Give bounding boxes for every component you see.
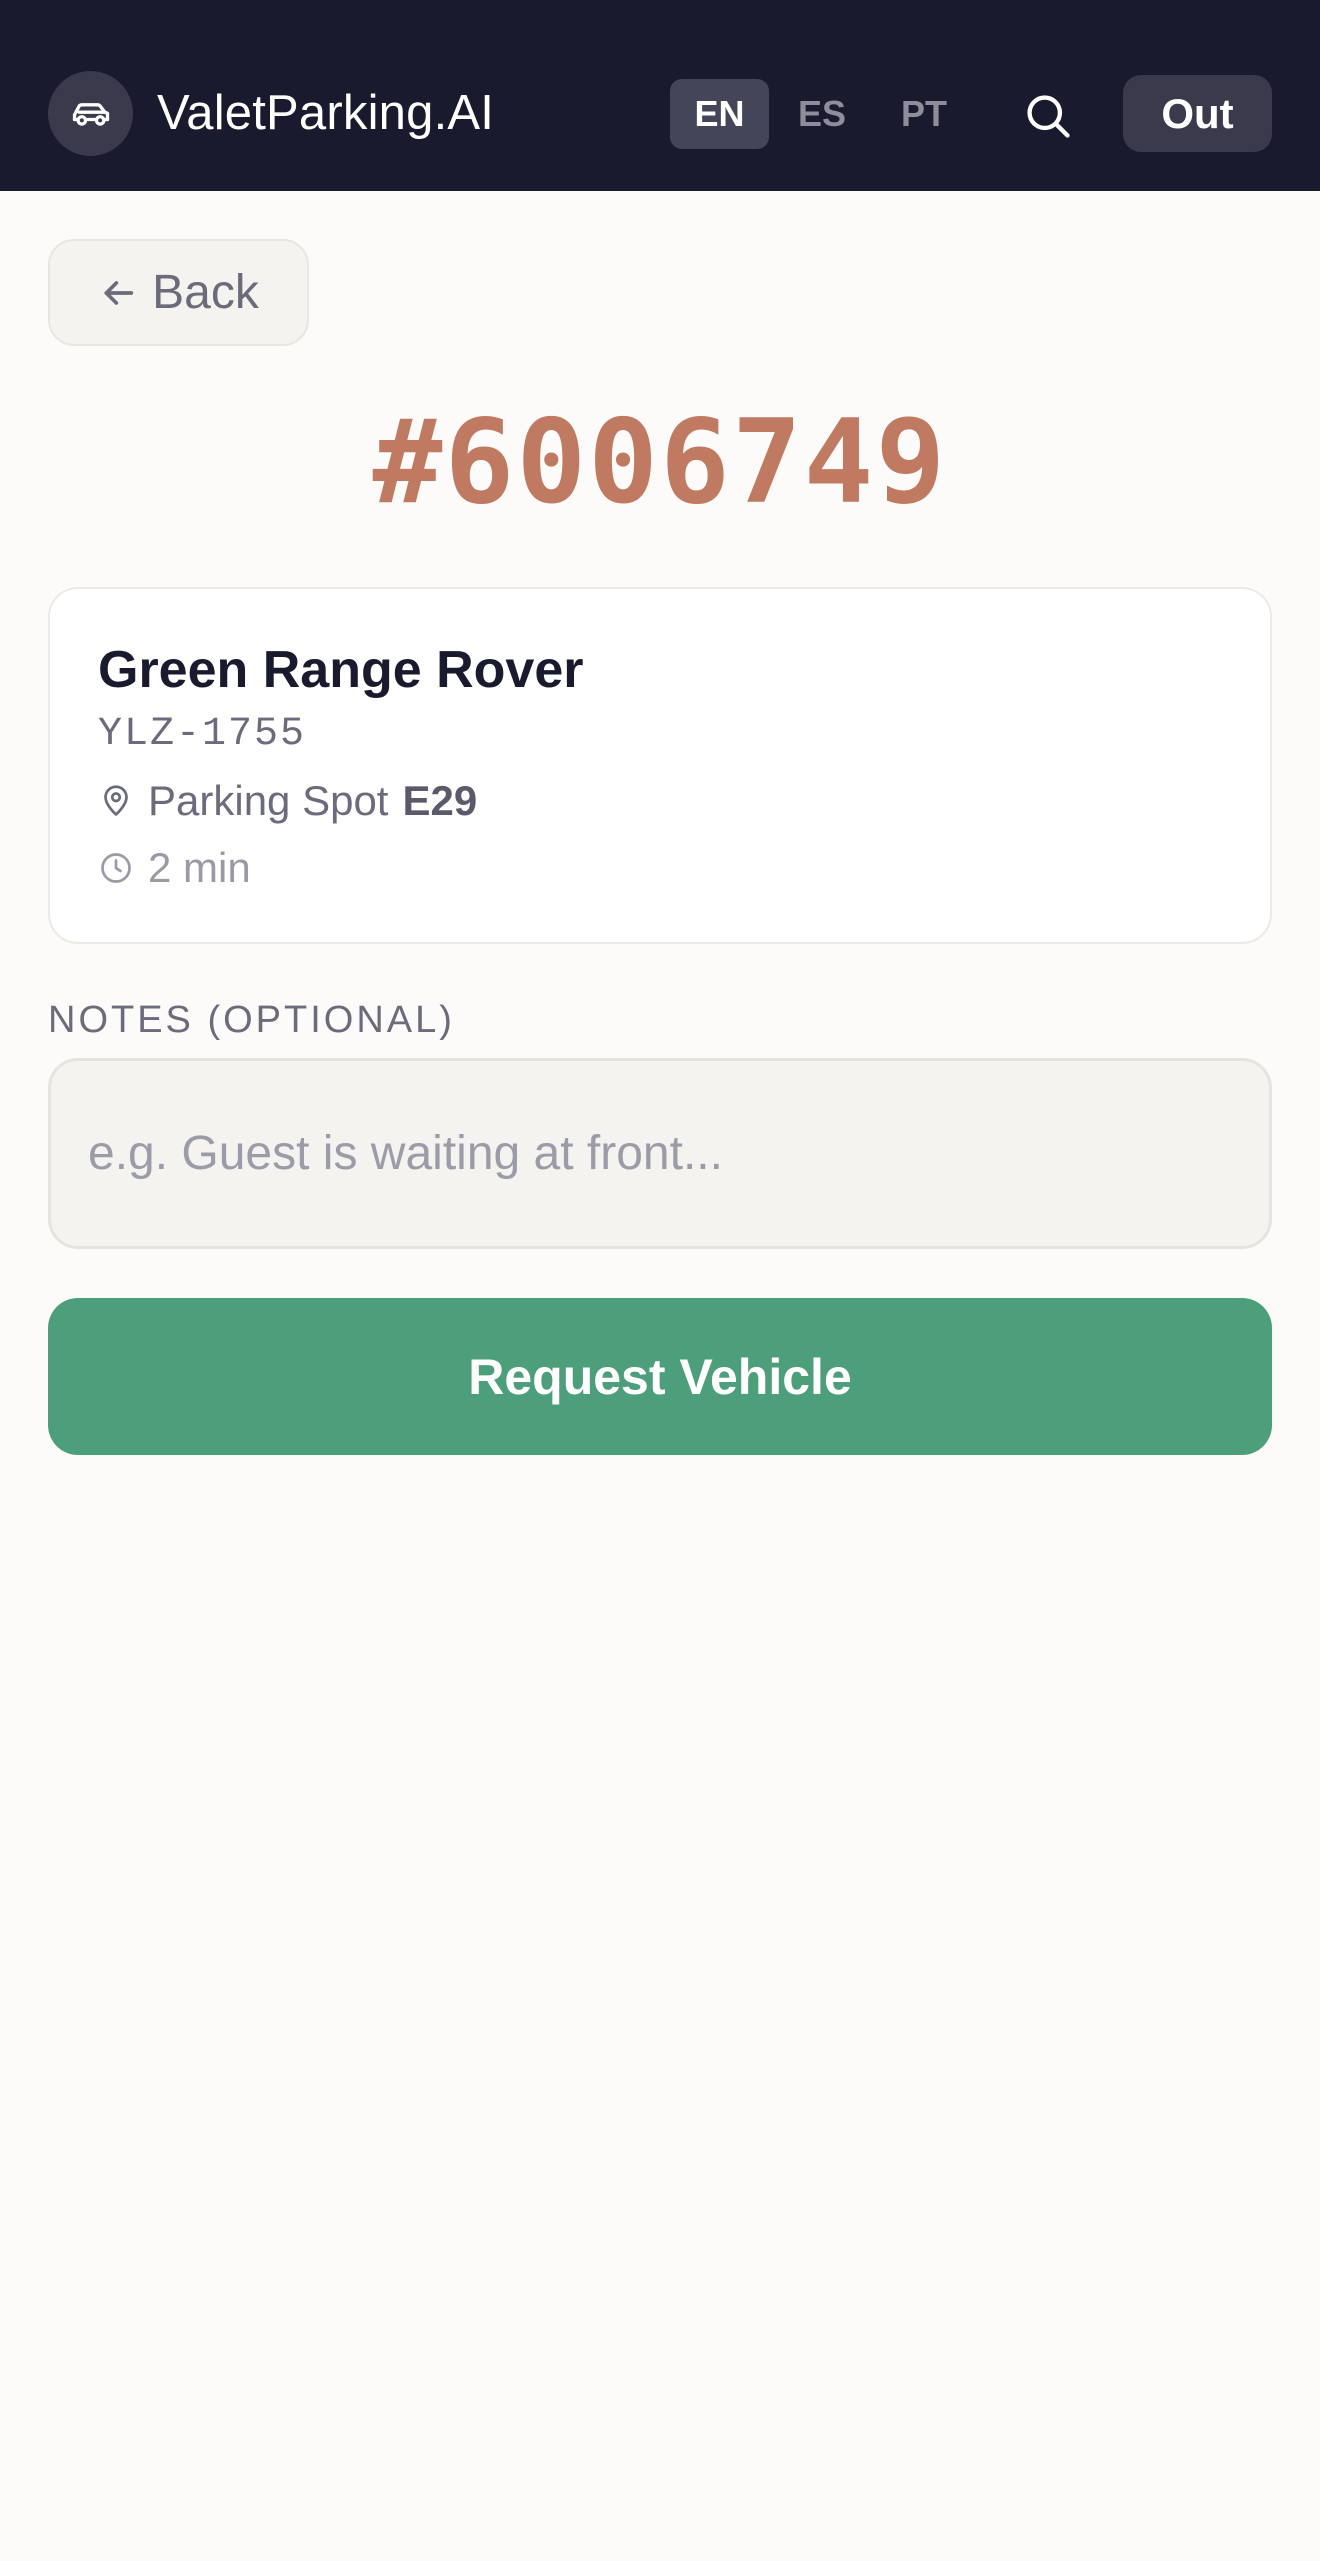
parking-spot-value: E29	[402, 777, 478, 824]
ticket-number: #6006749	[372, 395, 948, 530]
back-button[interactable]: Back	[48, 239, 309, 346]
vehicle-name: Green Range Rover	[98, 641, 584, 699]
request-vehicle-button[interactable]: Request Vehicle	[48, 1298, 1272, 1455]
arrow-left-icon	[104, 280, 134, 305]
clock-icon	[101, 853, 131, 883]
parking-spot-label: Parking Spot	[148, 777, 389, 824]
elapsed-time-row: 2 min	[98, 843, 251, 893]
car-icon	[72, 102, 109, 126]
notes-label: NOTES (OPTIONAL)	[48, 999, 455, 1041]
search-icon	[1027, 95, 1070, 138]
top-bar: ValetParking.AI EN ES PT Out	[0, 0, 1320, 191]
parking-spot-row: Parking Spot E29	[98, 775, 477, 827]
vehicle-card: Green Range Rover YLZ-1755 Parking Spot …	[48, 587, 1272, 944]
language-en-button[interactable]: EN	[670, 79, 769, 149]
logo	[48, 71, 133, 156]
license-plate: YLZ-1755	[98, 712, 307, 757]
elapsed-time: 2 min	[148, 844, 251, 891]
logout-button[interactable]: Out	[1123, 75, 1272, 152]
language-pt-button[interactable]: PT	[874, 79, 974, 149]
language-es-button[interactable]: ES	[772, 79, 872, 149]
brand-name: ValetParking.AI	[157, 86, 495, 140]
map-pin-icon	[104, 785, 128, 816]
search-button[interactable]	[1016, 84, 1080, 148]
back-button-label: Back	[152, 266, 259, 319]
notes-input[interactable]	[48, 1058, 1272, 1249]
